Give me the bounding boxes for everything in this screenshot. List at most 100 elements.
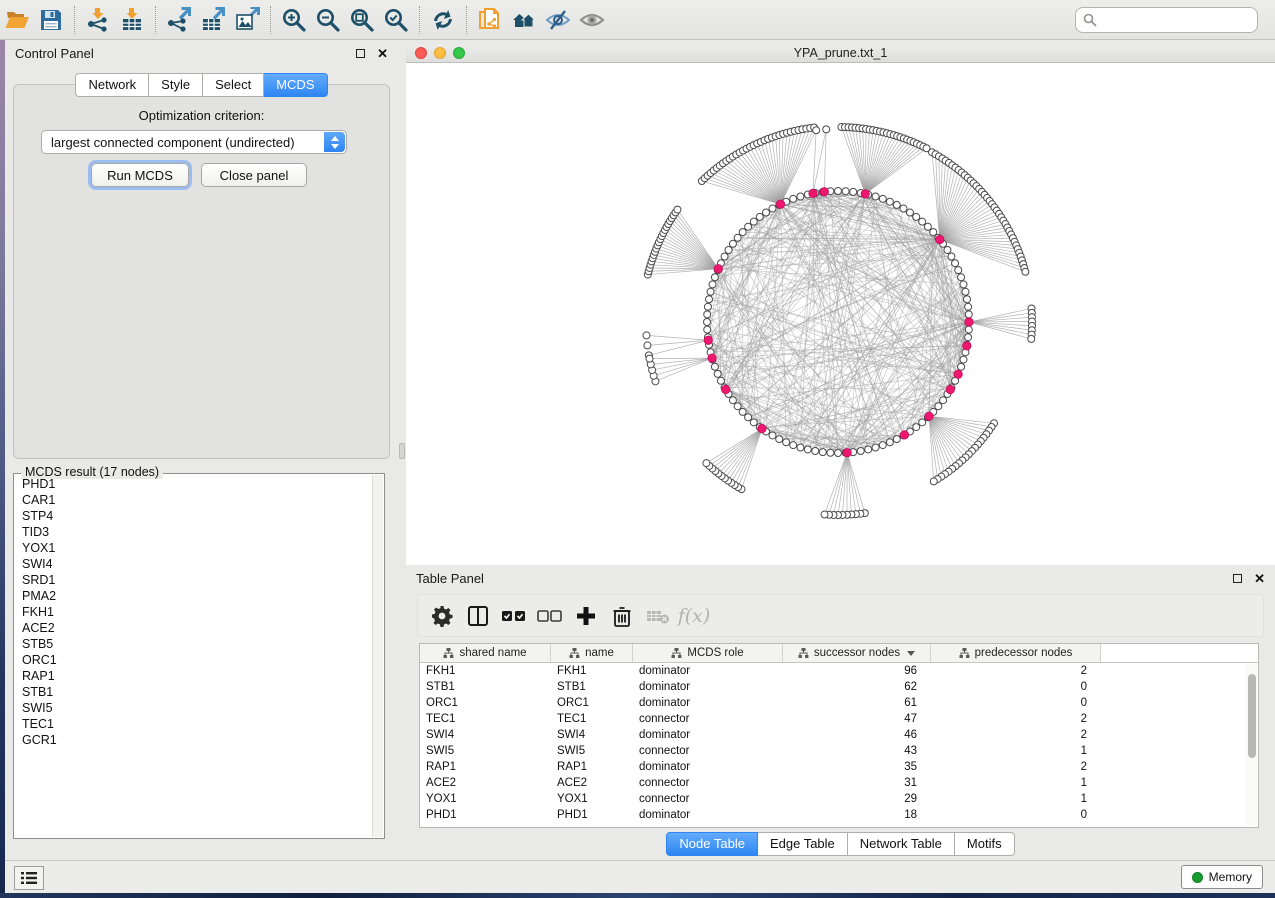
table-row[interactable]: STB1STB1dominator620 (420, 679, 1258, 695)
mcds-result-item[interactable]: RAP1 (22, 668, 370, 684)
zoom-fit-icon[interactable] (345, 4, 379, 36)
table-row[interactable]: SWI4SWI4dominator462 (420, 727, 1258, 743)
zoom-selected-icon[interactable] (379, 4, 413, 36)
tab-node-table[interactable]: Node Table (666, 832, 758, 856)
task-history-button[interactable] (14, 866, 44, 890)
network-title: YPA_prune.txt_1 (406, 46, 1275, 60)
main-toolbar (0, 0, 1275, 40)
table-row[interactable]: ACE2ACE2connector311 (420, 775, 1258, 791)
cell-successor-nodes: 47 (783, 713, 931, 725)
export-network-icon[interactable] (162, 4, 196, 36)
cell-predecessor-nodes: 1 (931, 745, 1101, 757)
table-row[interactable]: TEC1TEC1connector472 (420, 711, 1258, 727)
criterion-dropdown[interactable]: largest connected component (undirected) (41, 130, 347, 154)
search-input[interactable] (1075, 7, 1258, 33)
table-row[interactable]: YOX1YOX1connector291 (420, 791, 1258, 807)
splitter-grip[interactable] (399, 443, 405, 459)
mcds-result-item[interactable]: SWI4 (22, 556, 370, 572)
mcds-result-item[interactable]: STB5 (22, 636, 370, 652)
tab-motifs[interactable]: Motifs (955, 832, 1015, 856)
tab-mcds[interactable]: MCDS (264, 73, 327, 97)
cell-MCDS-role: dominator (633, 665, 783, 677)
mcds-result-item[interactable]: ORC1 (22, 652, 370, 668)
table-row[interactable]: FKH1FKH1dominator962 (420, 663, 1258, 679)
column-header-MCDS-role[interactable]: MCDS role (633, 644, 783, 662)
network-graph[interactable] (406, 63, 1275, 565)
float-panel-icon[interactable] (356, 49, 365, 58)
toolbar-separator (419, 6, 420, 34)
mcds-result-item[interactable]: YOX1 (22, 540, 370, 556)
memory-button[interactable]: Memory (1181, 865, 1263, 889)
function-builder-icon: f(x) (678, 600, 710, 632)
close-panel-icon[interactable]: ✕ (377, 47, 388, 60)
cell-shared-name: SWI4 (420, 729, 551, 741)
mcds-result-item[interactable]: PMA2 (22, 588, 370, 604)
cell-name: TEC1 (551, 713, 633, 725)
node-table[interactable]: shared namenameMCDS rolesuccessor nodesp… (419, 643, 1259, 828)
table-scrollbar[interactable] (1246, 664, 1257, 826)
delete-column-trash-icon[interactable] (606, 600, 638, 632)
import-table-icon[interactable] (115, 4, 149, 36)
save-session-icon[interactable] (34, 4, 68, 36)
vertical-splitter[interactable] (398, 40, 406, 860)
close-panel-button[interactable]: Close panel (201, 163, 307, 187)
close-panel-icon[interactable]: ✕ (1254, 572, 1265, 585)
table-settings-gear-icon[interactable] (426, 600, 458, 632)
show-all-houses-icon[interactable] (507, 4, 541, 36)
mcds-result-item[interactable]: TID3 (22, 524, 370, 540)
mcds-result-item[interactable]: CAR1 (22, 492, 370, 508)
table-scrollbar-thumb[interactable] (1248, 674, 1256, 758)
zoom-in-icon[interactable] (277, 4, 311, 36)
cell-shared-name: TEC1 (420, 713, 551, 725)
import-network-icon[interactable] (81, 4, 115, 36)
mcds-result-item[interactable]: GCR1 (22, 732, 370, 748)
network-canvas[interactable] (406, 63, 1275, 565)
network-titlebar[interactable]: YPA_prune.txt_1 (406, 44, 1275, 63)
cell-successor-nodes: 43 (783, 745, 931, 757)
mcds-result-item[interactable]: FKH1 (22, 604, 370, 620)
cell-MCDS-role: dominator (633, 681, 783, 693)
open-file-icon[interactable] (0, 4, 34, 36)
cell-MCDS-role: dominator (633, 697, 783, 709)
status-bar: Memory (5, 860, 1275, 893)
zoom-out-icon[interactable] (311, 4, 345, 36)
column-header-name[interactable]: name (551, 644, 633, 662)
select-all-icon[interactable] (498, 600, 530, 632)
column-header-predecessor-nodes[interactable]: predecessor nodes (931, 644, 1101, 662)
apply-layout-icon[interactable] (426, 4, 460, 36)
cell-shared-name: SWI5 (420, 745, 551, 757)
tab-network-table[interactable]: Network Table (848, 832, 955, 856)
deselect-all-icon[interactable] (534, 600, 566, 632)
tab-network[interactable]: Network (75, 73, 149, 97)
run-mcds-button[interactable]: Run MCDS (91, 163, 189, 187)
export-table-icon[interactable] (196, 4, 230, 36)
mcds-result-item[interactable]: STP4 (22, 508, 370, 524)
column-header-successor-nodes[interactable]: successor nodes (783, 644, 931, 662)
toolbar-separator (155, 6, 156, 34)
mcds-result-item[interactable]: SRD1 (22, 572, 370, 588)
hide-selected-eye-slash-icon[interactable] (541, 4, 575, 36)
cell-name: ORC1 (551, 697, 633, 709)
mcds-result-item[interactable]: STB1 (22, 684, 370, 700)
search-field[interactable] (1075, 7, 1258, 33)
cell-MCDS-role: connector (633, 793, 783, 805)
clone-network-icon[interactable] (473, 4, 507, 36)
column-chooser-icon[interactable] (462, 600, 494, 632)
table-row[interactable]: RAP1RAP1dominator352 (420, 759, 1258, 775)
mcds-result-item[interactable]: TEC1 (22, 716, 370, 732)
tab-select[interactable]: Select (203, 73, 264, 97)
control-panel-title: Control Panel (15, 46, 94, 61)
add-column-icon[interactable] (570, 600, 602, 632)
mcds-list-scrollbar[interactable] (372, 475, 383, 837)
table-row[interactable]: ORC1ORC1dominator610 (420, 695, 1258, 711)
table-row[interactable]: SWI5SWI5connector431 (420, 743, 1258, 759)
float-panel-icon[interactable] (1233, 574, 1242, 583)
export-image-icon[interactable] (230, 4, 264, 36)
tab-edge-table[interactable]: Edge Table (758, 832, 848, 856)
mcds-result-item[interactable]: ACE2 (22, 620, 370, 636)
mcds-result-item[interactable]: SWI5 (22, 700, 370, 716)
tab-style[interactable]: Style (149, 73, 203, 97)
table-row[interactable]: PHD1PHD1dominator180 (420, 807, 1258, 823)
column-header-shared-name[interactable]: shared name (420, 644, 551, 662)
mcds-result-list[interactable]: PHD1CAR1STP4TID3YOX1SWI4SRD1PMA2FKH1ACE2… (18, 476, 370, 836)
